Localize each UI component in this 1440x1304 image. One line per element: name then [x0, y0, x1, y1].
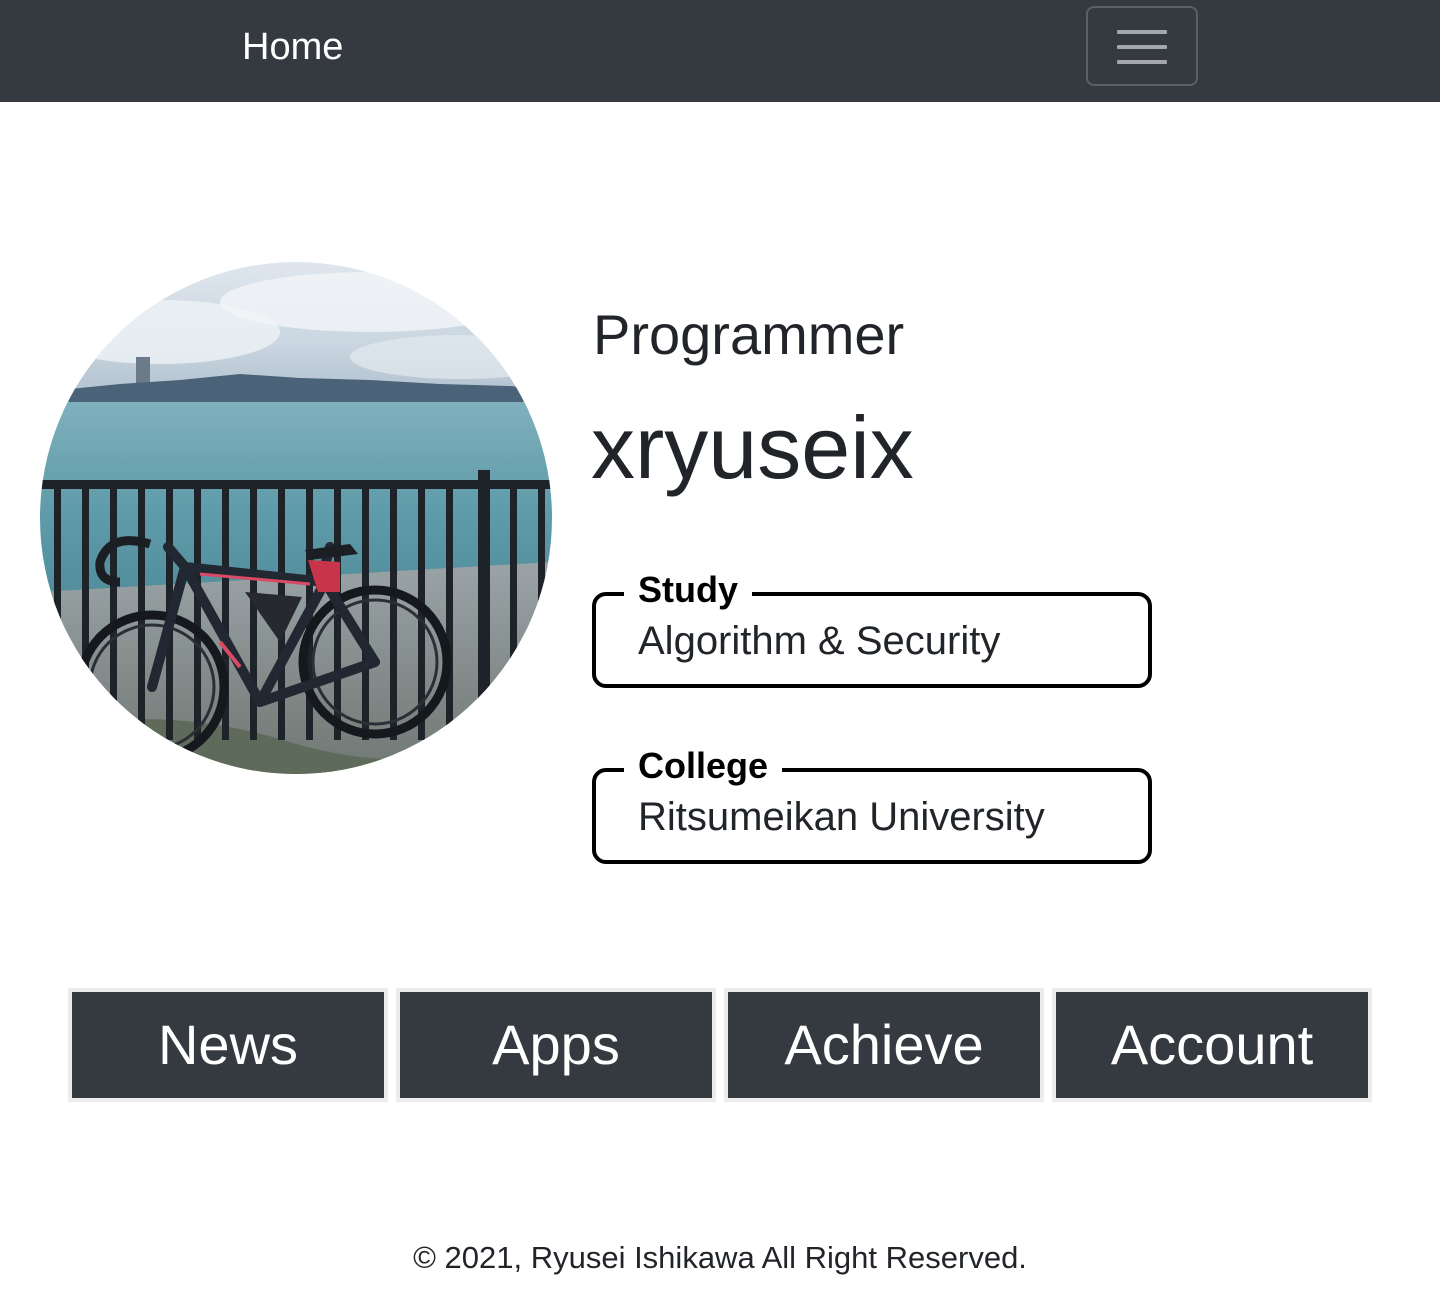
menu-button-row: News Apps Achieve Account	[68, 988, 1372, 1102]
hamburger-menu-icon	[1117, 30, 1167, 64]
study-field: Study Algorithm & Security	[592, 568, 1152, 688]
profile-role: Programmer	[593, 303, 905, 366]
nav-home-link[interactable]: Home	[242, 24, 343, 70]
college-label: College	[624, 744, 783, 788]
profile-handle: xryuseix	[591, 398, 914, 497]
navbar-toggler-button[interactable]	[1086, 6, 1198, 86]
account-button[interactable]: Account	[1052, 988, 1372, 1102]
footer-copyright: © 2021, Ryusei Ishikawa All Right Reserv…	[413, 1240, 1027, 1275]
news-button[interactable]: News	[68, 988, 388, 1102]
profile-avatar	[40, 262, 552, 774]
study-label: Study	[624, 568, 753, 612]
apps-button[interactable]: Apps	[396, 988, 716, 1102]
achieve-button[interactable]: Achieve	[724, 988, 1044, 1102]
navbar: Home	[0, 0, 1440, 102]
college-field: College Ritsumeikan University	[592, 744, 1152, 864]
bicycle-by-lake-photo	[40, 262, 552, 774]
study-value: Algorithm & Security	[638, 619, 1001, 663]
college-value: Ritsumeikan University	[638, 795, 1045, 839]
